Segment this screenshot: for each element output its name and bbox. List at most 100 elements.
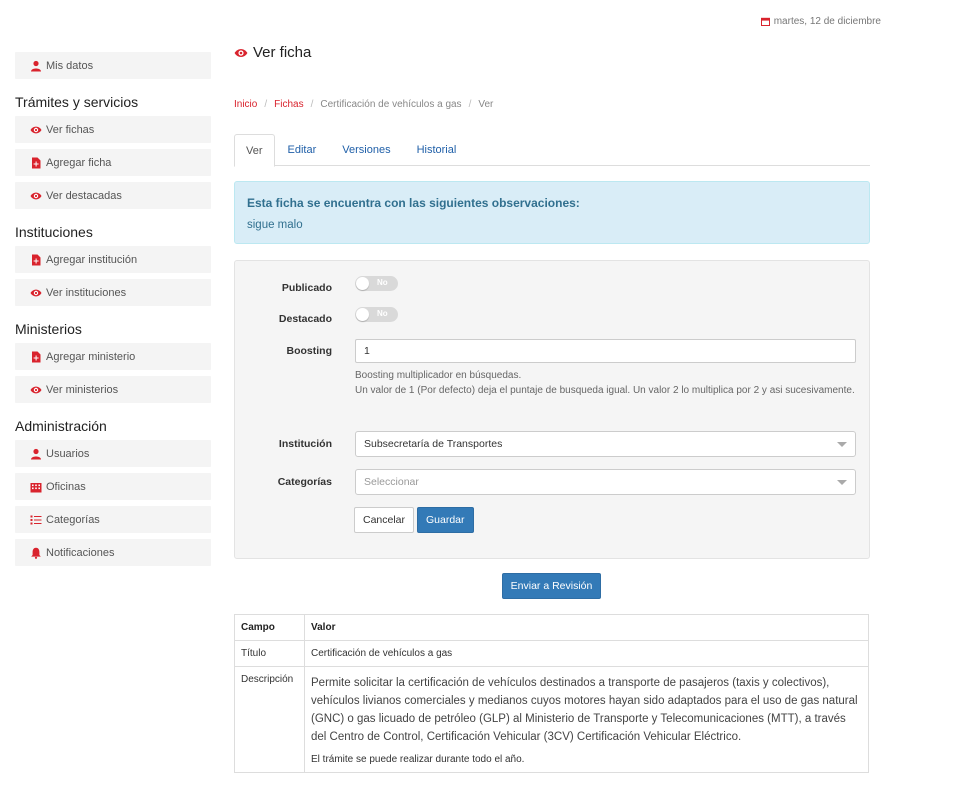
building-icon [29,480,42,493]
tab-ver[interactable]: Ver [234,134,275,167]
breadcrumb-fichas-link[interactable]: Fichas [274,99,303,110]
sidebar-item-ver-destacadas[interactable]: Ver destacadas [15,182,211,209]
chevron-down-icon [837,442,847,447]
eye-icon [29,123,42,136]
sidebar-item-label: Agregar institución [46,253,138,266]
publicado-toggle[interactable]: No [355,276,398,291]
toggle-text: No [377,309,388,318]
calendar-icon [760,17,770,26]
toggle-text: No [377,278,388,287]
breadcrumb-current-item: Certificación de vehículos a gas [320,99,462,110]
boosting-help-line1: Boosting multiplicador en búsquedas. [355,370,522,381]
eye-icon [29,286,42,299]
tab-editar[interactable]: Editar [275,134,330,166]
publicado-label: Publicado [281,282,332,294]
chevron-down-icon [837,480,847,485]
sidebar-item-label: Oficinas [46,480,86,493]
page-title-text: Ver ficha [253,44,312,61]
ficha-form: Publicado No Destacado No Boosting 1 Boo… [234,260,870,559]
destacado-label: Destacado [278,313,332,325]
institucion-value: Subsecretaría de Transportes [364,438,503,450]
tab-versiones[interactable]: Versiones [329,134,403,166]
tabs: Ver Editar Versiones Historial [234,134,870,167]
sidebar-item-ver-ministerios[interactable]: Ver ministerios [15,376,211,403]
file-plus-icon [29,156,42,169]
sidebar-item-label: Agregar ficha [46,156,112,169]
sidebar-item-ver-instituciones[interactable]: Ver instituciones [15,279,211,306]
sidebar-item-ver-fichas[interactable]: Ver fichas [15,116,211,143]
institucion-label: Institución [278,438,332,450]
table-header-row: Campo Valor [234,614,869,641]
sidebar-item-agregar-ficha[interactable]: Agregar ficha [15,149,211,176]
categorias-select[interactable]: Seleccionar [355,469,856,495]
toggle-knob [356,308,369,321]
field-value: Permite solicitar la certificación de ve… [304,666,869,773]
file-plus-icon [29,350,42,363]
destacado-toggle[interactable]: No [355,307,398,322]
user-icon [29,447,42,460]
breadcrumb-separator: / [310,99,314,110]
section-title-ministerios: Ministerios [15,321,82,337]
page-title: Ver ficha [234,44,311,61]
field-label: Descripción [234,666,305,773]
table-row: Título Certificación de vehículos a gas [234,640,869,667]
description-text: Permite solicitar la certificación de ve… [311,677,858,743]
description-note: El trámite se puede realizar durante tod… [311,754,525,765]
categorias-placeholder: Seleccionar [364,476,419,488]
column-header: Campo [234,614,305,641]
boosting-help-line2: Un valor de 1 (Por defecto) deja el punt… [355,385,855,396]
boosting-label: Boosting [286,345,333,357]
breadcrumb-home-link[interactable]: Inicio [234,99,257,110]
eye-icon [234,48,248,57]
sidebar-item-label: Ver destacadas [46,189,122,202]
list-icon [29,513,42,526]
sidebar-item-mis-datos[interactable]: Mis datos [15,52,211,79]
sidebar-item-label: Categorías [46,513,100,526]
send-to-review-button[interactable]: Enviar a Revisión [502,573,601,599]
sidebar-item-label: Agregar ministerio [46,350,136,363]
user-icon [29,59,42,72]
institucion-select[interactable]: Subsecretaría de Transportes [355,431,856,457]
sidebar: Mis datos Trámites y servicios Ver ficha… [15,52,211,572]
sidebar-item-label: Usuarios [46,447,90,460]
sidebar-item-usuarios[interactable]: Usuarios [15,440,211,467]
sidebar-item-label: Notificaciones [46,546,115,559]
sidebar-item-label: Ver fichas [46,123,95,136]
save-button[interactable]: Guardar [417,507,474,533]
sidebar-item-agregar-institucion[interactable]: Agregar institución [15,246,211,273]
breadcrumb: Inicio / Fichas / Certificación de vehíc… [234,99,493,110]
sidebar-item-notificaciones[interactable]: Notificaciones [15,539,211,566]
sidebar-item-oficinas[interactable]: Oficinas [15,473,211,500]
cancel-button[interactable]: Cancelar [354,507,415,533]
column-header: Valor [304,614,869,641]
ficha-table: Campo Valor Título Certificación de vehí… [234,614,869,773]
breadcrumb-separator: / [468,99,472,110]
eye-icon [29,189,42,202]
alert-body: sigue malo [247,219,303,231]
field-label: Título [234,640,305,667]
table-row: Descripción Permite solicitar la certifi… [234,666,869,773]
sidebar-item-categorias[interactable]: Categorías [15,506,211,533]
field-value: Certificación de vehículos a gas [304,640,869,667]
sidebar-item-agregar-ministerio[interactable]: Agregar ministerio [15,343,211,370]
file-plus-icon [29,253,42,266]
boosting-input[interactable]: 1 [355,339,856,363]
sidebar-item-label: Mis datos [46,59,94,72]
breadcrumb-last: Ver [478,99,494,110]
toggle-knob [356,277,369,290]
observations-alert: Esta ficha se encuentra con las siguient… [234,181,870,244]
boosting-help: Boosting multiplicador en búsquedas. Un … [355,368,855,398]
date-text: martes, 12 de diciembre [773,16,881,27]
section-title-instituciones: Instituciones [15,224,93,240]
categorias-label: Categorías [277,476,332,488]
section-title-tramites: Trámites y servicios [15,94,139,110]
tab-historial[interactable]: Historial [404,134,470,166]
bell-icon [29,546,42,559]
eye-icon [29,383,42,396]
section-title-administracion: Administración [15,418,107,434]
sidebar-item-label: Ver instituciones [46,286,127,299]
date-display: martes, 12 de diciembre [760,16,881,27]
sidebar-item-label: Ver ministerios [46,383,119,396]
breadcrumb-separator: / [264,99,268,110]
alert-title: Esta ficha se encuentra con las siguient… [247,196,580,210]
